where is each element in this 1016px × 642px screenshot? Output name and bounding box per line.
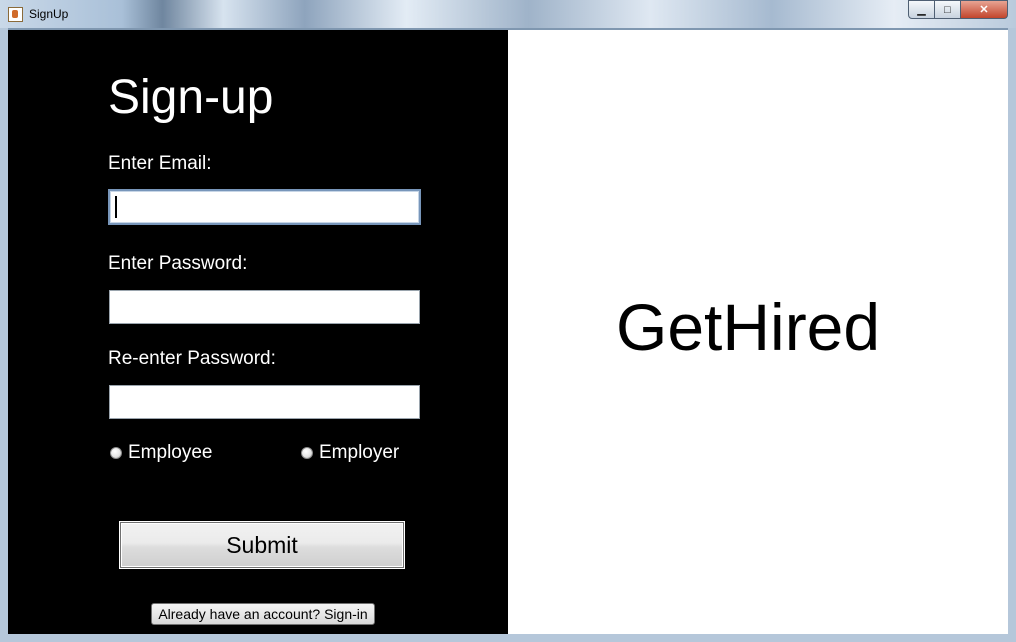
radio-employer-option[interactable]: Employer [301, 442, 399, 464]
title-bar[interactable]: SignUp ▁ □ ✕ [0, 0, 1016, 28]
page-title: Sign-up [108, 71, 274, 124]
minimize-button[interactable]: ▁ [908, 0, 935, 19]
window-frame-bottom [0, 634, 1016, 642]
caption-buttons: ▁ □ ✕ [908, 0, 1008, 20]
submit-button[interactable]: Submit [119, 521, 405, 569]
signup-window: SignUp ▁ □ ✕ Sign-up Enter Email: Enter … [0, 0, 1016, 642]
radio-employee[interactable] [110, 447, 122, 459]
text-caret [115, 196, 117, 218]
signin-button[interactable]: Already have an account? Sign-in [151, 603, 375, 625]
signup-form-panel: Sign-up Enter Email: Enter Password: Re-… [8, 30, 508, 634]
email-field-box[interactable] [108, 189, 421, 225]
close-button[interactable]: ✕ [961, 0, 1008, 19]
radio-employee-label: Employee [128, 442, 213, 463]
reenter-password-field[interactable] [110, 386, 419, 418]
password-field-box[interactable] [109, 290, 420, 324]
java-cup-icon [8, 7, 23, 22]
window-title: SignUp [29, 7, 69, 21]
maximize-button[interactable]: □ [935, 0, 961, 19]
window-frame-left [0, 28, 8, 642]
radio-employer[interactable] [301, 447, 313, 459]
window-frame-right [1008, 28, 1016, 642]
reenter-password-label: Re-enter Password: [108, 348, 276, 369]
password-field[interactable] [110, 291, 419, 323]
radio-employer-label: Employer [319, 442, 400, 463]
reenter-password-field-box[interactable] [109, 385, 420, 419]
brand-panel: GetHired [508, 30, 1008, 634]
radio-employee-option[interactable]: Employee [110, 442, 213, 464]
password-label: Enter Password: [108, 253, 248, 274]
email-field[interactable] [110, 191, 419, 223]
email-label: Enter Email: [108, 153, 212, 174]
brand-name: GetHired [616, 290, 881, 364]
